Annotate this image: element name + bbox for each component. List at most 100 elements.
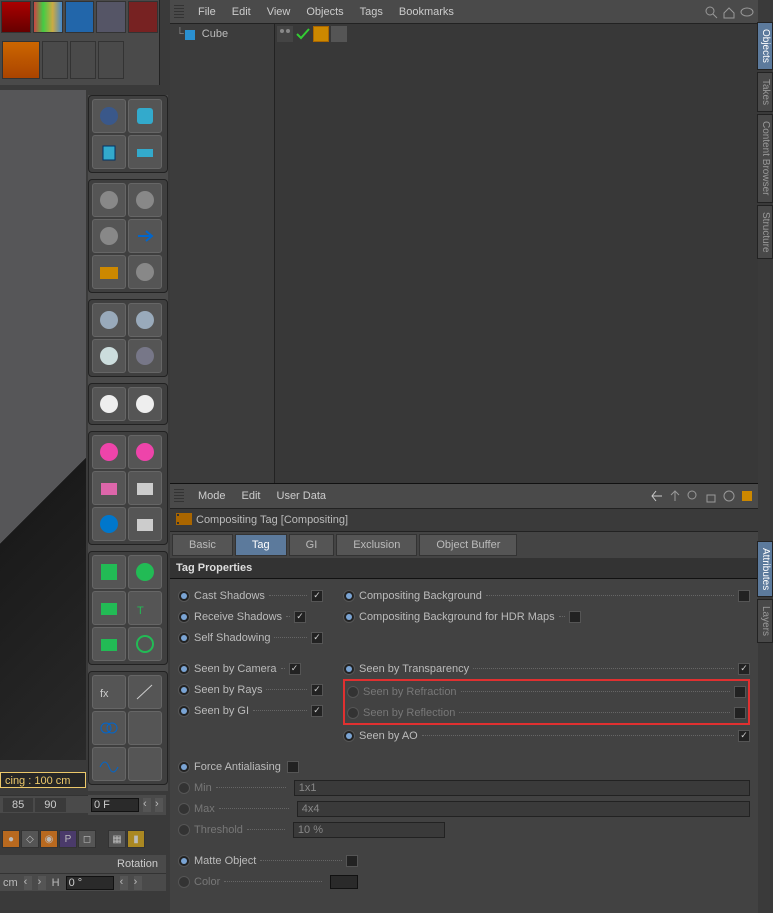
rec-icon[interactable]: ● bbox=[2, 830, 20, 848]
green-cube-icon[interactable] bbox=[92, 591, 126, 625]
text-icon[interactable]: T bbox=[128, 591, 162, 625]
graph-icon[interactable] bbox=[128, 675, 162, 709]
green1-icon[interactable] bbox=[92, 555, 126, 589]
swatches-icon[interactable] bbox=[33, 1, 63, 33]
orb1-icon[interactable] bbox=[92, 507, 126, 541]
visibility-dots-icon[interactable] bbox=[277, 26, 293, 42]
edge-tab-objects[interactable]: Objects bbox=[757, 22, 773, 70]
cube-primitive-icon[interactable] bbox=[2, 41, 40, 79]
edge-tab-content[interactable]: Content Browser bbox=[757, 114, 773, 202]
sphere-icon[interactable] bbox=[92, 99, 126, 133]
menu-view[interactable]: View bbox=[259, 3, 299, 21]
receive-shadows-checkbox[interactable] bbox=[294, 611, 306, 623]
object-tags-area[interactable] bbox=[275, 24, 758, 483]
film-icon[interactable]: ▮ bbox=[127, 830, 145, 848]
home-icon[interactable] bbox=[722, 5, 736, 19]
flower-icon[interactable] bbox=[128, 555, 162, 589]
menu-objects[interactable]: Objects bbox=[298, 3, 351, 21]
eraser-icon[interactable] bbox=[128, 135, 162, 169]
sphere4-icon[interactable] bbox=[128, 255, 162, 289]
up-icon[interactable] bbox=[668, 489, 682, 503]
v-tool-icon[interactable] bbox=[65, 1, 95, 33]
scatter-icon[interactable] bbox=[128, 747, 162, 781]
arrow-down-icon[interactable] bbox=[1, 1, 31, 33]
self-shadowing-checkbox[interactable] bbox=[311, 632, 323, 644]
edge-tab-structure[interactable]: Structure bbox=[757, 205, 773, 260]
h-input[interactable] bbox=[66, 876, 114, 890]
object-name[interactable]: Cube bbox=[202, 28, 228, 40]
tab-basic[interactable]: Basic bbox=[172, 534, 233, 556]
seen-by-rays-checkbox[interactable] bbox=[311, 684, 323, 696]
search-icon[interactable] bbox=[704, 5, 718, 19]
globe2-icon[interactable] bbox=[128, 303, 162, 337]
gear1-icon[interactable] bbox=[92, 387, 126, 421]
film-tag-icon[interactable] bbox=[331, 26, 347, 42]
expand-icon[interactable]: └ bbox=[176, 28, 184, 40]
p-icon[interactable]: P bbox=[59, 830, 77, 848]
cast-shadows-checkbox[interactable] bbox=[311, 590, 323, 602]
autokey-icon[interactable]: ◉ bbox=[40, 830, 58, 848]
globe1-icon[interactable] bbox=[92, 303, 126, 337]
eye-icon[interactable] bbox=[740, 5, 754, 19]
drag-handle-icon[interactable] bbox=[174, 5, 184, 19]
menu-tags[interactable]: Tags bbox=[352, 3, 391, 21]
sel-icon[interactable]: ▦ bbox=[108, 830, 126, 848]
force-aa-checkbox[interactable] bbox=[287, 761, 299, 773]
edge-tab-layers[interactable]: Layers bbox=[757, 599, 773, 643]
seen-by-ao-checkbox[interactable] bbox=[738, 730, 750, 742]
menu-userdata[interactable]: User Data bbox=[269, 487, 335, 505]
joint-icon[interactable] bbox=[42, 41, 68, 79]
char-tool-icon[interactable] bbox=[128, 1, 158, 33]
globe4-icon[interactable] bbox=[128, 339, 162, 373]
seen-by-transparency-checkbox[interactable] bbox=[738, 663, 750, 675]
recycle-icon[interactable] bbox=[98, 41, 124, 79]
wave-icon[interactable] bbox=[92, 747, 126, 781]
lock-icon[interactable] bbox=[704, 489, 718, 503]
cubes1-icon[interactable] bbox=[92, 471, 126, 505]
tab-object-buffer[interactable]: Object Buffer bbox=[419, 534, 517, 556]
fx-icon[interactable]: fx bbox=[92, 675, 126, 709]
trash-icon[interactable] bbox=[92, 135, 126, 169]
new-icon[interactable] bbox=[722, 489, 736, 503]
menu-mode[interactable]: Mode bbox=[190, 487, 234, 505]
axis-icon[interactable] bbox=[70, 41, 96, 79]
sphere3-icon[interactable] bbox=[92, 219, 126, 253]
edge-tab-attributes[interactable]: Attributes bbox=[757, 541, 773, 597]
x-tool-icon[interactable] bbox=[96, 1, 126, 33]
pink2-icon[interactable] bbox=[128, 435, 162, 469]
cap-icon[interactable] bbox=[128, 99, 162, 133]
arrow-right-icon[interactable] bbox=[128, 219, 162, 253]
globe3-icon[interactable] bbox=[92, 339, 126, 373]
search-icon[interactable] bbox=[686, 489, 700, 503]
compositing-tag-icon[interactable] bbox=[313, 26, 329, 42]
green-box-icon[interactable] bbox=[92, 627, 126, 661]
gear2-icon[interactable] bbox=[128, 387, 162, 421]
ring-cubes-icon[interactable] bbox=[128, 711, 162, 745]
menu-edit2[interactable]: Edit bbox=[234, 487, 269, 505]
sphere2-icon[interactable] bbox=[92, 183, 126, 217]
back-icon[interactable] bbox=[650, 489, 664, 503]
key-icon[interactable]: ◇ bbox=[21, 830, 39, 848]
tab-gi[interactable]: GI bbox=[289, 534, 335, 556]
tab-exclusion[interactable]: Exclusion bbox=[336, 534, 417, 556]
grid-icon[interactable] bbox=[92, 255, 126, 289]
rings-icon[interactable] bbox=[92, 711, 126, 745]
add-icon[interactable] bbox=[740, 489, 754, 503]
compositing-bg-hdr-checkbox[interactable] bbox=[569, 611, 581, 623]
pink1-icon[interactable] bbox=[92, 435, 126, 469]
render-check-icon[interactable] bbox=[295, 26, 311, 42]
spiral-icon[interactable] bbox=[128, 627, 162, 661]
compositing-bg-checkbox[interactable] bbox=[738, 590, 750, 602]
menu-bookmarks[interactable]: Bookmarks bbox=[391, 3, 462, 21]
drag-handle-icon[interactable] bbox=[174, 489, 184, 503]
matte-object-checkbox[interactable] bbox=[346, 855, 358, 867]
sphere-link-icon[interactable] bbox=[128, 183, 162, 217]
menu-file[interactable]: File bbox=[190, 3, 224, 21]
cubes2-icon[interactable] bbox=[128, 471, 162, 505]
object-tree-hierarchy[interactable]: └ Cube bbox=[170, 24, 275, 483]
temp-input[interactable] bbox=[91, 798, 139, 812]
menu-edit[interactable]: Edit bbox=[224, 3, 259, 21]
tab-tag[interactable]: Tag bbox=[235, 534, 287, 556]
seen-by-gi-checkbox[interactable] bbox=[311, 705, 323, 717]
edge-tab-takes[interactable]: Takes bbox=[757, 72, 773, 112]
